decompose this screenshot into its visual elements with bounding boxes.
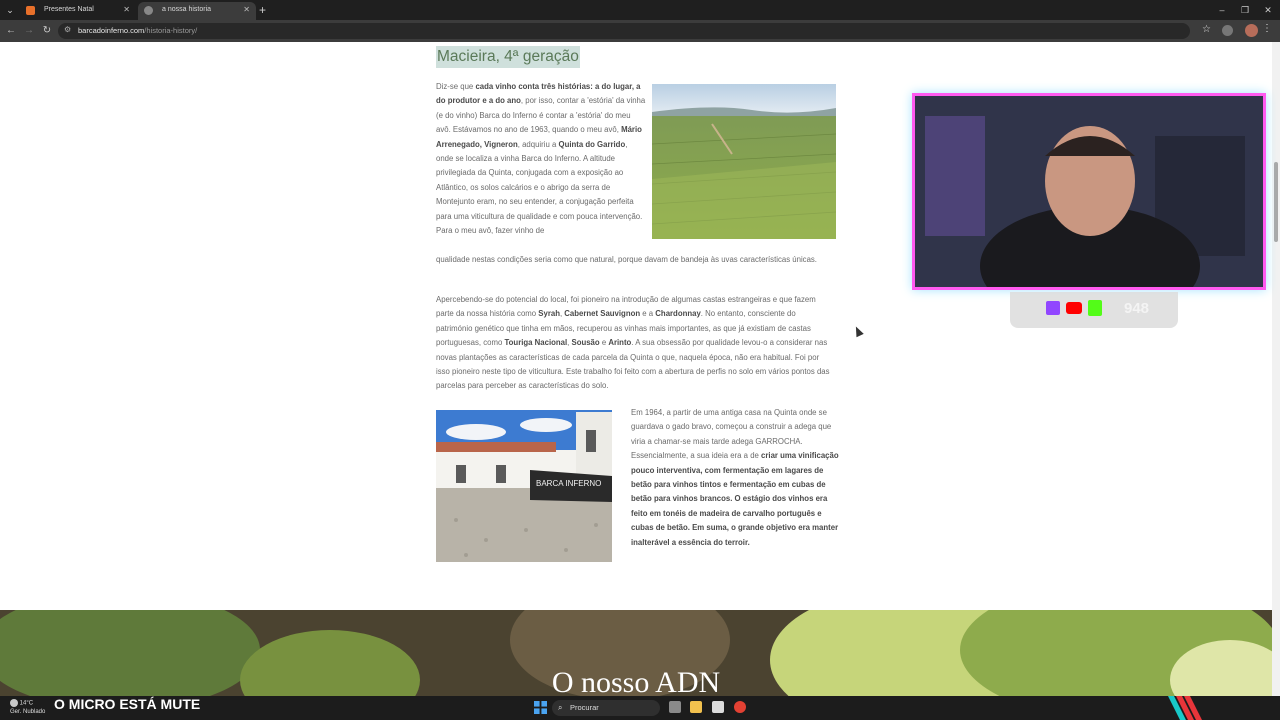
forward-icon[interactable]: →	[22, 24, 36, 38]
paragraph-1-tail: qualidade nestas condições seria como qu…	[436, 255, 817, 264]
maximize-icon[interactable]: ❐	[1235, 3, 1255, 17]
youtube-icon	[1066, 302, 1082, 314]
text-run: e a	[640, 309, 656, 319]
file-explorer-icon[interactable]	[690, 701, 702, 713]
bookmark-star-icon[interactable]: ☆	[1202, 24, 1211, 35]
text-run: Diz-se que	[436, 82, 476, 91]
tab-nossa-historia[interactable]: a nossa historia ✕	[138, 2, 256, 20]
twitch-icon	[1046, 301, 1060, 315]
site-info-icon[interactable]: ⚙	[64, 25, 71, 34]
tab-search-icon[interactable]: ⌄	[3, 3, 17, 17]
bold-text: Arinto	[608, 338, 632, 348]
banner-title: O nosso ADN	[551, 666, 721, 696]
bold-text: criar uma vinificação pouco interventiva…	[631, 451, 839, 547]
webcam-overlay	[912, 93, 1266, 290]
bold-text: Syrah	[538, 309, 560, 319]
stream-deco-stripes	[1168, 696, 1202, 720]
new-tab-icon[interactable]: +	[259, 3, 266, 17]
bold-text: Cabernet Sauvignon	[564, 309, 641, 319]
page-scrollbar[interactable]	[1272, 42, 1280, 696]
winery-sign: BARCA INFERNO	[536, 479, 601, 488]
window-close-icon[interactable]: ✕	[1258, 3, 1278, 17]
search-icon: ⌕	[558, 703, 563, 712]
url-field[interactable]: ⚙ barcadoinferno.com/historia-history/	[58, 23, 1190, 39]
scrollbar-thumb[interactable]	[1274, 162, 1278, 242]
tab-label: Presentes Natal	[44, 6, 94, 13]
weather-status: Ger. Nublado	[10, 708, 46, 715]
close-icon[interactable]: ✕	[123, 2, 130, 18]
bold-text: Touriga Nacional	[504, 338, 568, 348]
url-text: barcadoinferno.com/historia-history/	[78, 26, 198, 35]
paragraph-3: Em 1964, a partir de uma antiga casa na …	[631, 406, 839, 550]
taskbar-search[interactable]: ⌕ Procurar	[552, 700, 660, 716]
browser-tab-bar: ⌄ Presentes Natal ✕ a nossa historia ✕ +…	[0, 0, 1280, 20]
kick-icon	[1088, 300, 1102, 316]
chrome-icon[interactable]	[734, 701, 746, 713]
windows-start-icon[interactable]	[534, 701, 547, 714]
paragraph-1: Diz-se que cada vinho conta três históri…	[436, 80, 646, 238]
follower-counter: 948	[1010, 292, 1178, 328]
text-run: , onde se localiza a vinha Barca do Infe…	[436, 139, 643, 236]
cloud-icon	[10, 699, 18, 707]
adn-banner: O nosso ADN	[0, 610, 1272, 696]
bold-text: Chardonnay	[655, 309, 701, 319]
paragraph-2: Apercebendo-se do potencial do local, fo…	[436, 293, 831, 394]
search-placeholder: Procurar	[570, 703, 599, 712]
back-icon[interactable]: ←	[4, 24, 18, 38]
vineyard-photo	[652, 84, 836, 239]
store-icon[interactable]	[712, 701, 724, 713]
section-heading: Macieira, 4ª geração	[436, 46, 580, 68]
weather-widget[interactable]: 14°C Ger. Nublado	[10, 699, 45, 716]
follower-count: 948	[1124, 300, 1150, 317]
minimize-icon[interactable]: –	[1212, 3, 1232, 17]
temperature: 14°C	[19, 700, 34, 707]
favicon-icon	[26, 6, 35, 15]
bold-text: Sousão	[571, 338, 600, 348]
winery-photo: BARCA INFERNO	[436, 410, 612, 562]
tab-presentes-natal[interactable]: Presentes Natal ✕	[20, 2, 136, 20]
reload-icon[interactable]: ↻	[40, 24, 54, 38]
mute-overlay-text: O MICRO ESTÁ MUTE	[54, 696, 201, 712]
address-bar: ← → ↻ ⚙ barcadoinferno.com/historia-hist…	[0, 20, 1280, 42]
bold-text: Quinta do Garrido	[558, 139, 626, 149]
tab-label: a nossa historia	[162, 6, 212, 13]
text-run: , adquiriu a	[517, 139, 559, 149]
profile-avatar[interactable]	[1245, 24, 1258, 37]
favicon-icon	[144, 6, 153, 15]
extension-icon[interactable]	[1222, 25, 1233, 36]
menu-icon[interactable]: ⋮	[1262, 23, 1272, 34]
task-view-icon[interactable]	[669, 701, 681, 713]
close-icon[interactable]: ✕	[243, 2, 250, 18]
